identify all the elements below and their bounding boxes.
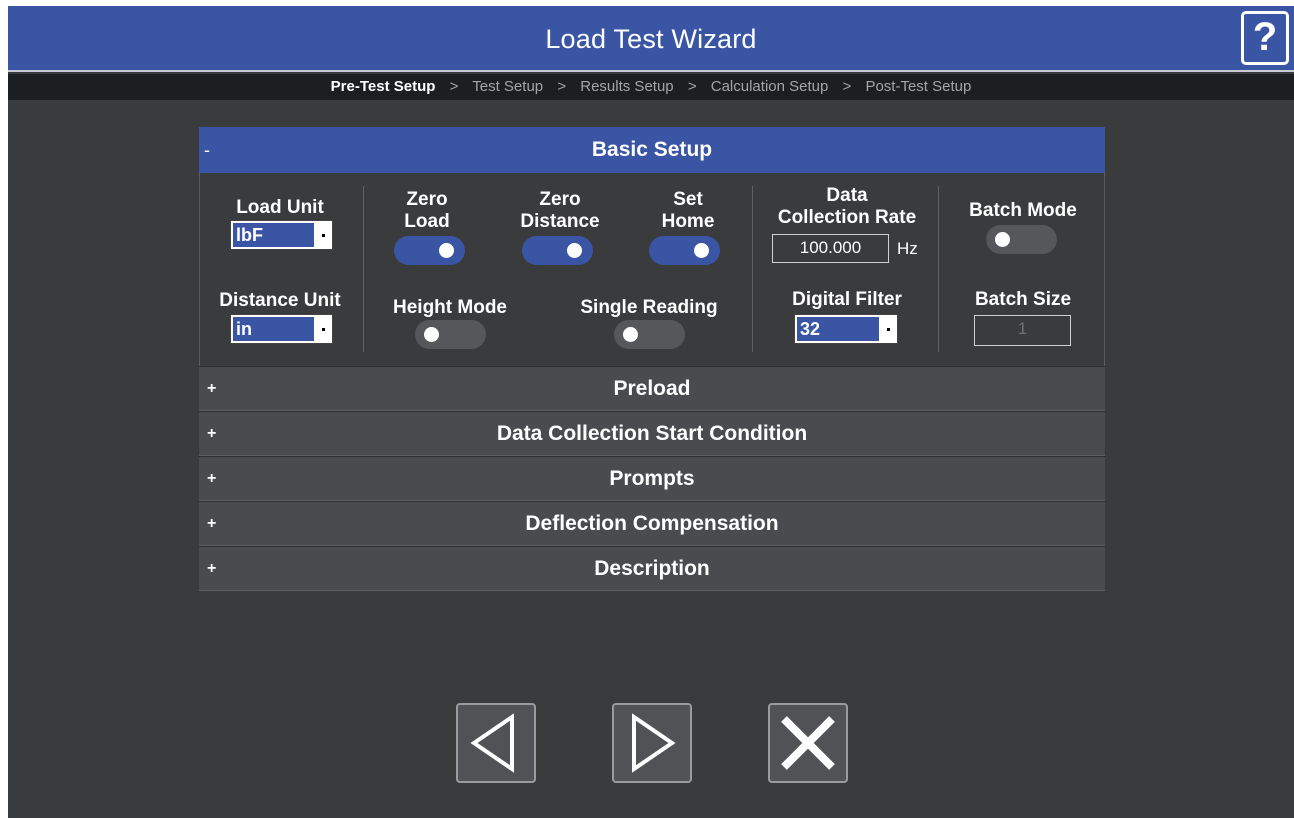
batch-mode-label: Batch Mode — [969, 200, 1077, 221]
expand-toggle: + — [207, 560, 217, 577]
back-button[interactable] — [456, 703, 536, 783]
section-preload[interactable]: + Preload — [199, 366, 1105, 411]
right-triangle-icon — [632, 713, 676, 773]
expand-toggle: + — [207, 470, 217, 487]
expand-toggle: + — [207, 425, 217, 442]
cancel-button[interactable] — [768, 703, 848, 783]
toggle-knob — [424, 327, 439, 342]
toggle-knob — [694, 243, 709, 258]
breadcrumb-separator: > — [449, 78, 459, 95]
collapse-toggle: - — [204, 140, 210, 160]
window-title: Load Test Wizard — [545, 24, 757, 54]
digital-filter-select[interactable]: 32 — [794, 314, 898, 344]
section-description[interactable]: + Description — [199, 546, 1105, 591]
data-collection-rate-label-line1: Data — [826, 185, 868, 206]
column-divider — [752, 186, 753, 352]
zero-load-toggle[interactable] — [394, 236, 465, 265]
batch-mode-toggle[interactable] — [986, 225, 1057, 254]
batch-size-input[interactable]: 1 — [974, 315, 1071, 346]
left-triangle-icon — [470, 713, 514, 773]
section-title: Preload — [613, 377, 691, 400]
breadcrumb-separator: > — [842, 78, 852, 95]
toggle-knob — [439, 243, 454, 258]
breadcrumb-post-test-setup[interactable]: Post-Test Setup — [865, 78, 971, 95]
toggle-knob — [567, 243, 582, 258]
toggle-knob — [995, 232, 1010, 247]
zero-distance-label-line1: Zero — [539, 189, 581, 210]
section-title: Description — [594, 557, 710, 580]
basic-setup-body: Load Unit lbF Distance Unit in Zero Load… — [199, 173, 1105, 366]
zero-load-label: Zero Load — [382, 189, 472, 233]
zero-load-label-line2: Load — [404, 211, 450, 232]
zero-load-label-line1: Zero — [406, 189, 448, 210]
distance-unit-select[interactable]: in — [230, 314, 333, 344]
setup-panel: - Basic Setup Load Unit lbF Distance Uni… — [199, 127, 1105, 591]
digital-filter-value: 32 — [797, 317, 879, 341]
breadcrumb-calculation-setup[interactable]: Calculation Setup — [711, 78, 829, 95]
section-deflection-compensation[interactable]: + Deflection Compensation — [199, 501, 1105, 546]
distance-unit-label: Distance Unit — [219, 290, 341, 311]
load-unit-value: lbF — [233, 223, 314, 247]
load-unit-label: Load Unit — [236, 197, 324, 218]
dropdown-arrow-icon — [881, 315, 897, 343]
load-test-wizard-window: Load Test Wizard ? Pre-Test Setup > Test… — [8, 6, 1294, 818]
set-home-toggle[interactable] — [649, 236, 720, 265]
height-mode-toggle[interactable] — [415, 320, 486, 349]
close-x-icon — [781, 716, 835, 770]
breadcrumb-results-setup[interactable]: Results Setup — [580, 78, 673, 95]
set-home-label-line2: Home — [661, 211, 715, 232]
title-bar: Load Test Wizard ? — [8, 6, 1294, 72]
zero-distance-toggle[interactable] — [522, 236, 593, 265]
column-divider — [938, 186, 939, 352]
wizard-breadcrumb: Pre-Test Setup > Test Setup > Results Se… — [8, 74, 1294, 100]
data-collection-rate-label: Data Collection Rate — [767, 185, 927, 229]
single-reading-toggle[interactable] — [614, 320, 685, 349]
basic-setup-header[interactable]: - Basic Setup — [199, 127, 1105, 173]
section-title: Prompts — [609, 467, 695, 490]
section-prompts[interactable]: + Prompts — [199, 456, 1105, 501]
zero-distance-label: Zero Distance — [505, 189, 615, 233]
help-button[interactable]: ? — [1241, 11, 1289, 65]
distance-unit-value: in — [233, 317, 314, 341]
basic-setup-title: Basic Setup — [591, 138, 713, 161]
rate-unit: Hz — [897, 239, 918, 258]
batch-size-label: Batch Size — [974, 289, 1072, 310]
section-title: Data Collection Start Condition — [496, 422, 808, 445]
expand-toggle: + — [207, 515, 217, 532]
dropdown-arrow-icon — [316, 315, 332, 343]
breadcrumb-separator: > — [557, 78, 567, 95]
expand-toggle: + — [207, 380, 217, 397]
toggle-knob — [623, 327, 638, 342]
single-reading-label: Single Reading — [580, 297, 718, 318]
digital-filter-label: Digital Filter — [792, 289, 902, 310]
column-divider — [363, 186, 364, 352]
load-unit-select[interactable]: lbF — [230, 220, 333, 250]
dropdown-arrow-icon — [316, 221, 332, 249]
set-home-label: Set Home — [640, 189, 736, 233]
zero-distance-label-line2: Distance — [520, 211, 600, 232]
data-collection-rate-input[interactable]: 100.000 — [772, 234, 889, 263]
breadcrumb-test-setup[interactable]: Test Setup — [472, 78, 543, 95]
height-mode-label: Height Mode — [393, 297, 507, 318]
next-button[interactable] — [612, 703, 692, 783]
section-data-collection-start-condition[interactable]: + Data Collection Start Condition — [199, 411, 1105, 456]
section-title: Deflection Compensation — [525, 512, 779, 535]
data-collection-rate-label-line2: Collection Rate — [777, 207, 917, 228]
breadcrumb-pre-test-setup[interactable]: Pre-Test Setup — [331, 78, 436, 95]
set-home-label-line1: Set — [673, 189, 703, 210]
breadcrumb-separator: > — [687, 78, 697, 95]
